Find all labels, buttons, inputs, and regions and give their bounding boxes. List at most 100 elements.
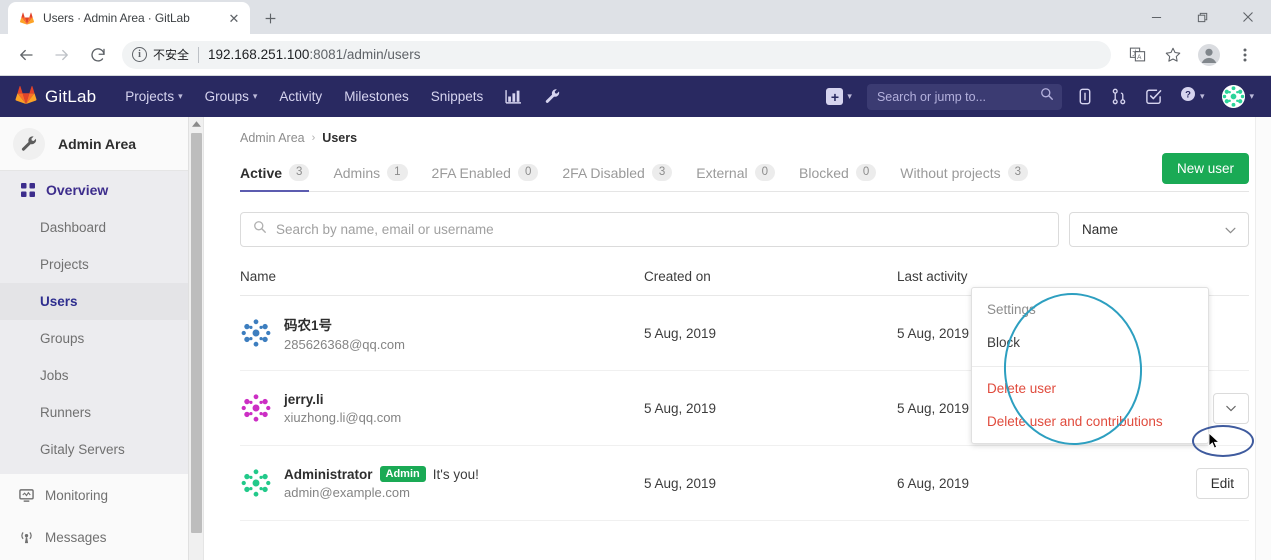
translate-icon[interactable]: 文 A	[1122, 40, 1152, 70]
reload-icon[interactable]	[83, 40, 113, 70]
dropdown-item-delete-user-and-contributions[interactable]: Delete user and contributions	[972, 406, 1208, 439]
wrench-admin-icon[interactable]	[533, 76, 572, 117]
dropdown-item-settings: Settings	[987, 302, 1036, 317]
tab-count-badge: 1	[387, 163, 408, 182]
column-header-name: Name	[240, 269, 277, 284]
tab-without-projects[interactable]: Without projects 3	[900, 154, 1038, 191]
sidebar-scrollbar[interactable]	[188, 117, 203, 560]
row-actions-dropdown-toggle[interactable]	[1213, 392, 1249, 424]
browser-tabstrip: Users · Admin Area · GitLab ✕	[0, 0, 1271, 34]
browser-tab[interactable]: Users · Admin Area · GitLab ✕	[8, 2, 250, 34]
sidebar-item-projects[interactable]: Projects	[0, 246, 203, 283]
question-help-icon: ?	[1180, 86, 1196, 107]
chevron-down-icon: ▾	[178, 91, 183, 101]
sidebar-item-label: Groups	[40, 331, 85, 346]
plus-square-icon: +	[826, 88, 844, 105]
restore-icon[interactable]	[1179, 0, 1225, 34]
breadcrumb-root[interactable]: Admin Area	[240, 131, 305, 145]
new-dropdown-button[interactable]: + ▾	[817, 76, 861, 117]
tab-active[interactable]: Active 3	[240, 154, 319, 192]
back-arrow-icon[interactable]	[11, 40, 41, 70]
window-close-icon[interactable]	[1225, 0, 1271, 34]
broadcast-icon	[18, 530, 34, 545]
nav-item-activity[interactable]: Activity	[268, 76, 333, 117]
search-input[interactable]: Search by name, email or username	[240, 212, 1059, 247]
scroll-up-arrow-icon[interactable]	[189, 117, 203, 131]
sidebar-item-gitaly-servers[interactable]: Gitaly Servers	[0, 431, 203, 468]
search-icon	[1040, 87, 1054, 106]
url-path: :8081/admin/users	[309, 47, 421, 62]
navbar-right-group: + ▾ Search or jump to... ? ▾ ▾	[817, 76, 1263, 117]
global-search-placeholder: Search or jump to...	[876, 89, 987, 104]
sidebar-header[interactable]: Admin Area	[0, 117, 203, 171]
nav-item-projects[interactable]: Projects ▾	[114, 76, 193, 117]
new-tab-button[interactable]	[256, 4, 284, 32]
dropdown-divider	[972, 365, 1208, 367]
minimize-icon[interactable]	[1133, 0, 1179, 34]
nav-item-groups[interactable]: Groups ▾	[194, 76, 269, 117]
user-display-name[interactable]: jerry.li	[284, 392, 401, 407]
user-email: xiuzhong.li@qq.com	[284, 409, 402, 425]
its-you-note: It's you!	[432, 466, 479, 482]
sidebar-item-label: Users	[40, 294, 78, 309]
tab-external[interactable]: External 0	[696, 154, 785, 191]
dropdown-item-delete-user[interactable]: Delete user	[972, 373, 1208, 406]
sidebar-item-users[interactable]: Users	[0, 283, 203, 320]
user-display-name[interactable]: 码农1号	[284, 314, 405, 334]
browser-toolbar: i 不安全 192.168.251.100:8081/admin/users 文…	[0, 34, 1271, 76]
issues-icon[interactable]	[1068, 76, 1102, 117]
tab-blocked[interactable]: Blocked 0	[799, 154, 886, 191]
breadcrumb: Admin Area › Users	[204, 117, 1271, 154]
global-search-box[interactable]: Search or jump to...	[866, 83, 1062, 110]
nav-item-snippets[interactable]: Snippets	[420, 76, 495, 117]
sidebar-item-groups[interactable]: Groups	[0, 320, 203, 357]
user-created-on: 5 Aug, 2019	[644, 475, 717, 491]
tab-admins[interactable]: Admins 1	[333, 154, 417, 191]
nav-label: Snippets	[430, 89, 484, 104]
user-identity: jerry.li xiuzhong.li@qq.com	[284, 392, 401, 425]
three-dot-menu-icon[interactable]	[1230, 40, 1260, 70]
page-scrollbar[interactable]	[1255, 117, 1271, 560]
nav-label: Milestones	[344, 89, 409, 104]
page-body: Admin Area Overview Dashboard Projects U…	[0, 117, 1271, 560]
nav-item-milestones[interactable]: Milestones	[333, 76, 420, 117]
tab-close-icon[interactable]: ✕	[226, 10, 242, 26]
user-name-text: Administrator	[284, 466, 373, 482]
sidebar-item-messages[interactable]: Messages	[0, 516, 203, 558]
new-user-button[interactable]: New user	[1161, 153, 1249, 184]
sort-dropdown[interactable]: Name	[1069, 212, 1249, 247]
address-bar[interactable]: i 不安全 192.168.251.100:8081/admin/users	[122, 40, 1111, 69]
admin-sidebar: Admin Area Overview Dashboard Projects U…	[0, 117, 204, 560]
gitlab-logo[interactable]: GitLab	[14, 82, 96, 111]
tab-label: External	[696, 164, 748, 181]
star-icon[interactable]	[1158, 40, 1188, 70]
edit-button[interactable]: Edit	[1195, 467, 1249, 499]
sidebar-item-jobs[interactable]: Jobs	[0, 357, 203, 394]
tab-2fa-disabled[interactable]: 2FA Disabled 3	[562, 154, 682, 191]
user-menu-button[interactable]: ▾	[1213, 76, 1263, 117]
profile-avatar-icon[interactable]	[1194, 40, 1224, 70]
sidebar-scrollbar-thumb[interactable]	[191, 133, 202, 533]
tab-2fa-enabled[interactable]: 2FA Enabled 0	[432, 154, 549, 191]
sidebar-item-monitoring[interactable]: Monitoring	[0, 474, 203, 516]
merge-request-icon[interactable]	[1102, 76, 1136, 117]
help-dropdown-button[interactable]: ? ▾	[1171, 76, 1214, 117]
toolbar-right-group: 文 A	[1119, 40, 1263, 70]
forward-arrow-icon[interactable]	[47, 40, 77, 70]
chevron-down-icon: ▾	[252, 91, 258, 101]
analytics-chart-icon[interactable]	[494, 76, 533, 117]
user-filter-tabs: Active 3 Admins 1 2FA Enabled 0 2FA Disa…	[240, 153, 1249, 192]
sidebar-item-dashboard[interactable]: Dashboard	[0, 209, 203, 246]
sort-selected-value: Name	[1082, 222, 1119, 237]
avatar	[240, 317, 272, 349]
todos-checkbox-icon[interactable]	[1136, 76, 1171, 117]
user-display-name[interactable]: Administrator Admin It's you!	[284, 466, 479, 482]
sidebar-bottom-section: Monitoring Messages	[0, 474, 203, 558]
sidebar-item-label: Gitaly Servers	[40, 442, 125, 457]
sidebar-item-runners[interactable]: Runners	[0, 394, 203, 431]
chevron-down-icon: ▾	[1199, 91, 1205, 101]
tab-label: Without projects	[900, 164, 1001, 181]
dropdown-item-block[interactable]: Block	[972, 327, 1208, 360]
tab-label: Active	[240, 164, 283, 181]
sidebar-item-overview[interactable]: Overview	[0, 171, 203, 209]
